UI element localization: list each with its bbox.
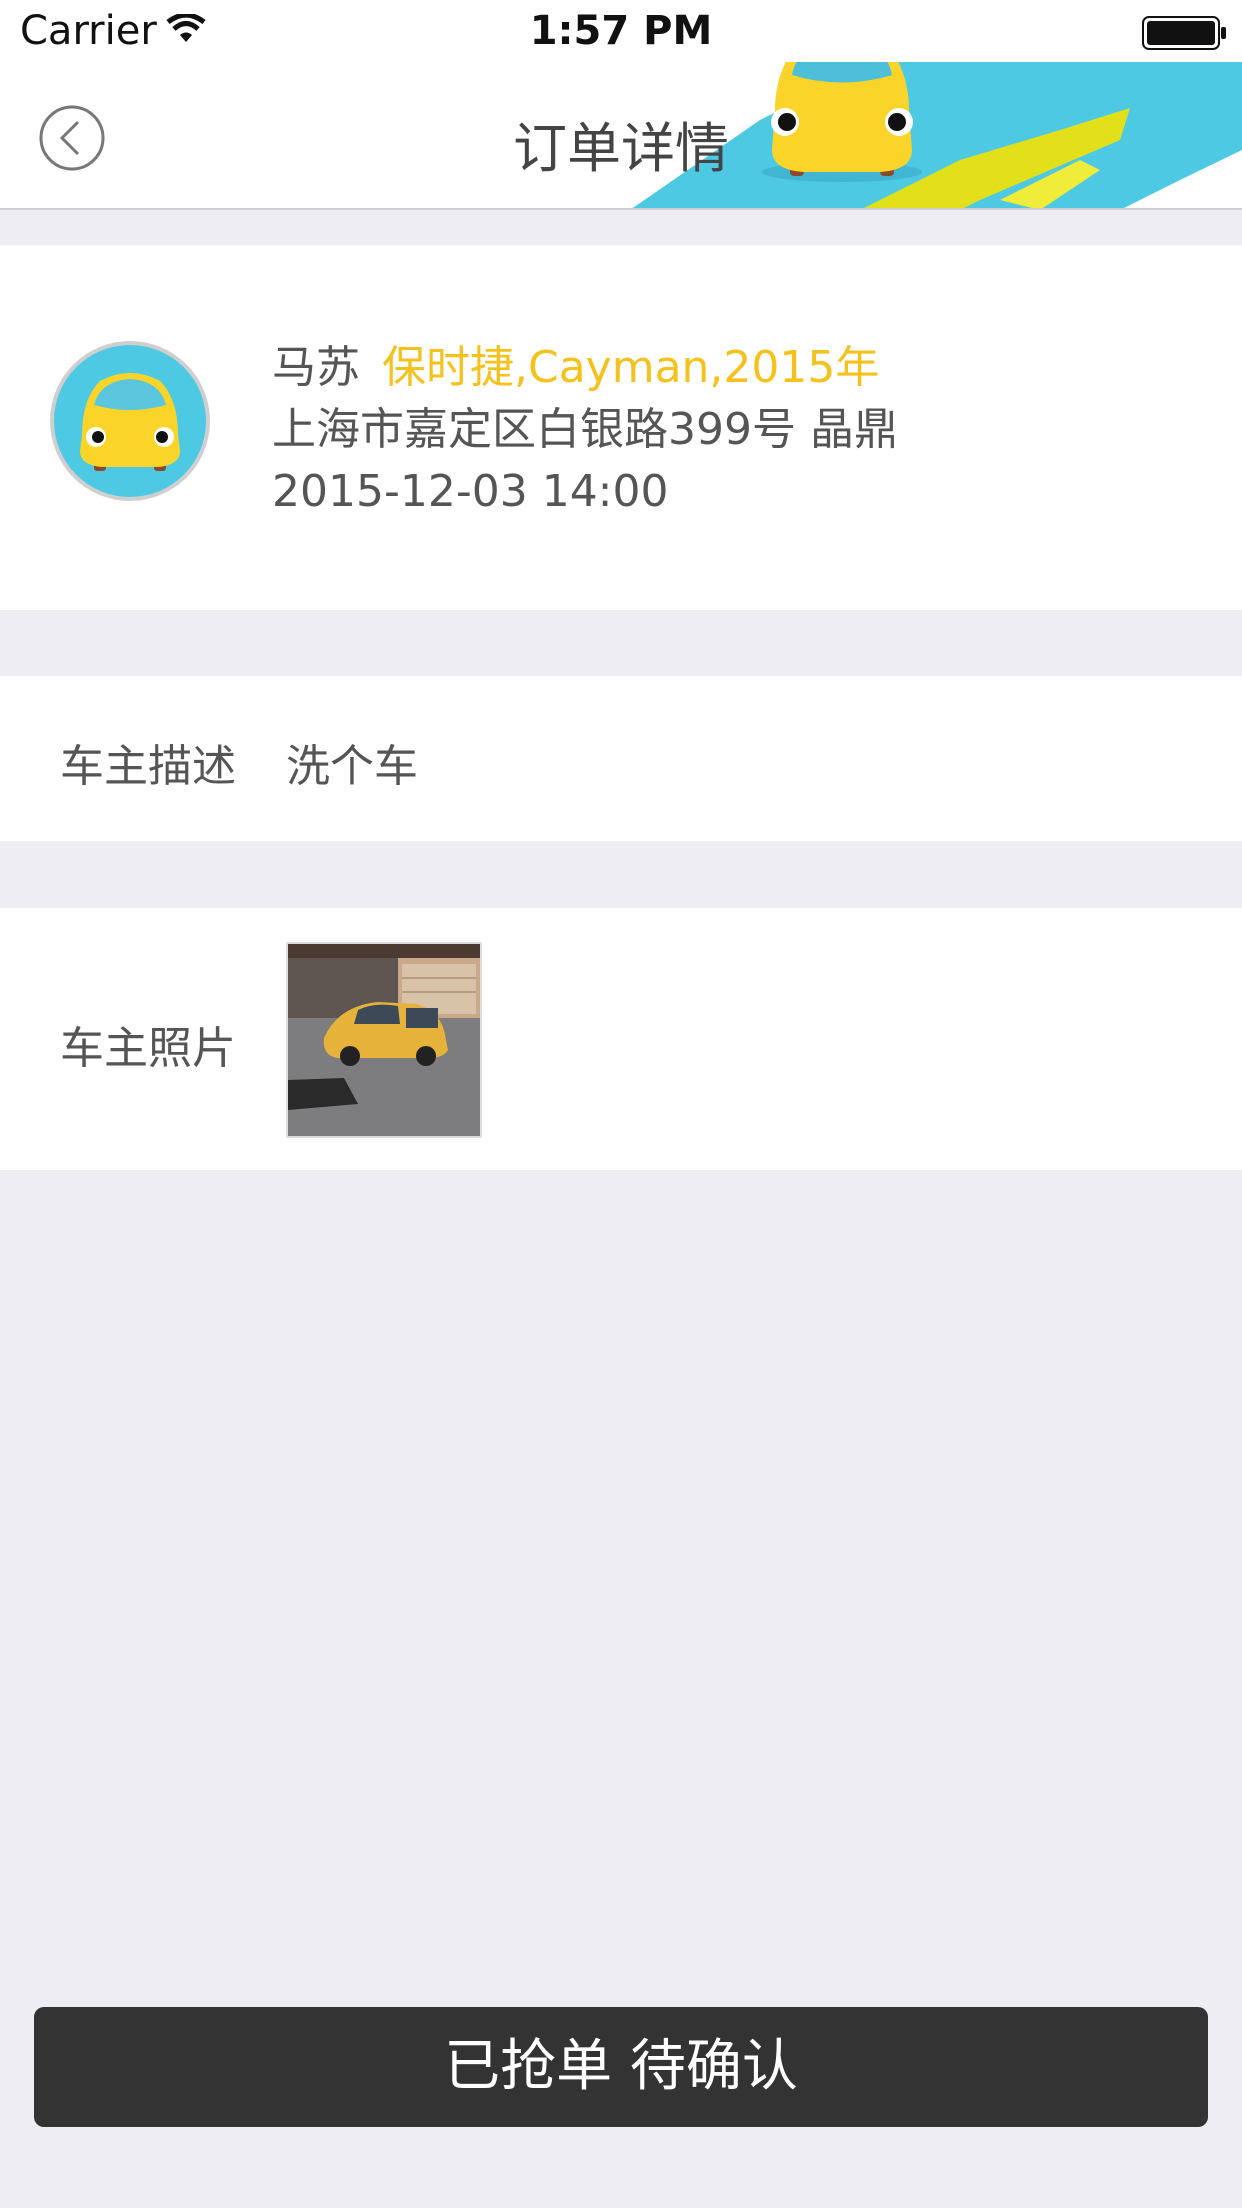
car-photo-thumbnail[interactable] [286, 942, 482, 1138]
description-label: 车主描述 [60, 741, 236, 792]
customer-name: 马苏 [272, 342, 360, 393]
customer-name-line: 马苏 保时捷,Cayman,2015年 [272, 337, 898, 399]
navigation-bar: 订单详情 [0, 62, 1242, 210]
yellow-hatchback-photo [288, 944, 480, 1136]
car-avatar-icon [48, 339, 212, 503]
order-status-button[interactable]: 已抢单 待确认 [34, 2007, 1208, 2127]
page-title: 订单详情 [513, 117, 729, 180]
order-detail-screen: Carrier 1:57 PM 订单详情 马苏 保时捷,Cayman,2015年… [0, 0, 1242, 2208]
status-bar: Carrier 1:57 PM [0, 0, 1242, 62]
customer-card: 马苏 保时捷,Cayman,2015年 上海市嘉定区白银路399号 晶鼎 2015… [0, 245, 1242, 610]
customer-address: 上海市嘉定区白银路399号 晶鼎 [272, 404, 898, 455]
photos-label: 车主照片 [60, 1023, 236, 1074]
owner-description-row: 车主描述 洗个车 [0, 676, 1242, 841]
owner-photos-row: 车主照片 [0, 908, 1242, 1170]
car-model: 保时捷,Cayman,2015年 [382, 342, 880, 393]
battery-icon [1142, 16, 1228, 54]
appointment-datetime: 2015-12-03 14:00 [272, 466, 669, 517]
clock-label: 1:57 PM [529, 8, 713, 54]
description-value: 洗个车 [286, 741, 418, 792]
customer-info: 马苏 保时捷,Cayman,2015年 上海市嘉定区白银路399号 晶鼎 2015… [272, 337, 898, 523]
